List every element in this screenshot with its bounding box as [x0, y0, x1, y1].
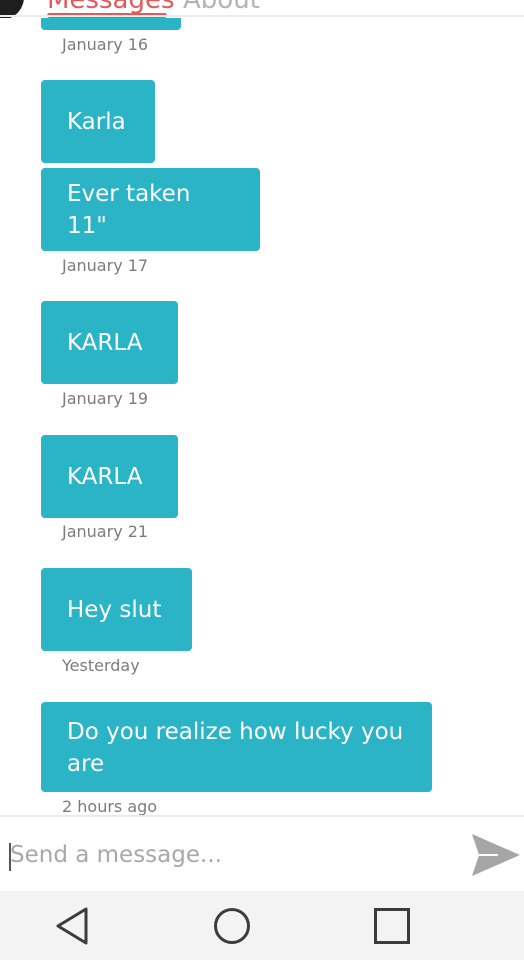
home-button[interactable] [207, 903, 257, 949]
message-timestamp: January 17 [62, 256, 149, 275]
tab-about[interactable]: About [183, 0, 260, 14]
tab-divider [0, 15, 524, 17]
message-input[interactable] [10, 835, 450, 875]
message-list[interactable]: January 16 Karla Ever taken 11" January … [0, 0, 524, 815]
recents-icon [374, 908, 410, 944]
profile-tab-bar: Messages About [0, 0, 524, 18]
home-icon [214, 908, 250, 944]
recents-button[interactable] [367, 903, 417, 949]
message-bubble[interactable]: Hey slut [41, 568, 192, 651]
message-timestamp: January 19 [62, 389, 149, 408]
system-nav-bar [0, 891, 524, 960]
message-bubble[interactable]: Do you realize how lucky you are [41, 702, 432, 792]
tab-messages[interactable]: Messages [47, 0, 175, 14]
message-timestamp: January 16 [62, 35, 149, 54]
back-button[interactable] [48, 903, 98, 949]
message-bubble[interactable]: KARLA [41, 301, 178, 384]
message-composer [0, 815, 524, 891]
send-icon [472, 834, 520, 876]
send-button[interactable] [470, 831, 522, 879]
message-bubble[interactable]: Karla [41, 80, 155, 163]
back-icon [56, 907, 88, 945]
message-bubble[interactable]: KARLA [41, 435, 178, 518]
chat-screen: January 16 Karla Ever taken 11" January … [0, 0, 524, 960]
message-timestamp: 2 hours ago [62, 797, 158, 815]
message-timestamp: January 21 [62, 522, 149, 541]
message-timestamp: Yesterday [62, 656, 140, 675]
message-bubble[interactable]: Ever taken 11" [41, 168, 260, 251]
